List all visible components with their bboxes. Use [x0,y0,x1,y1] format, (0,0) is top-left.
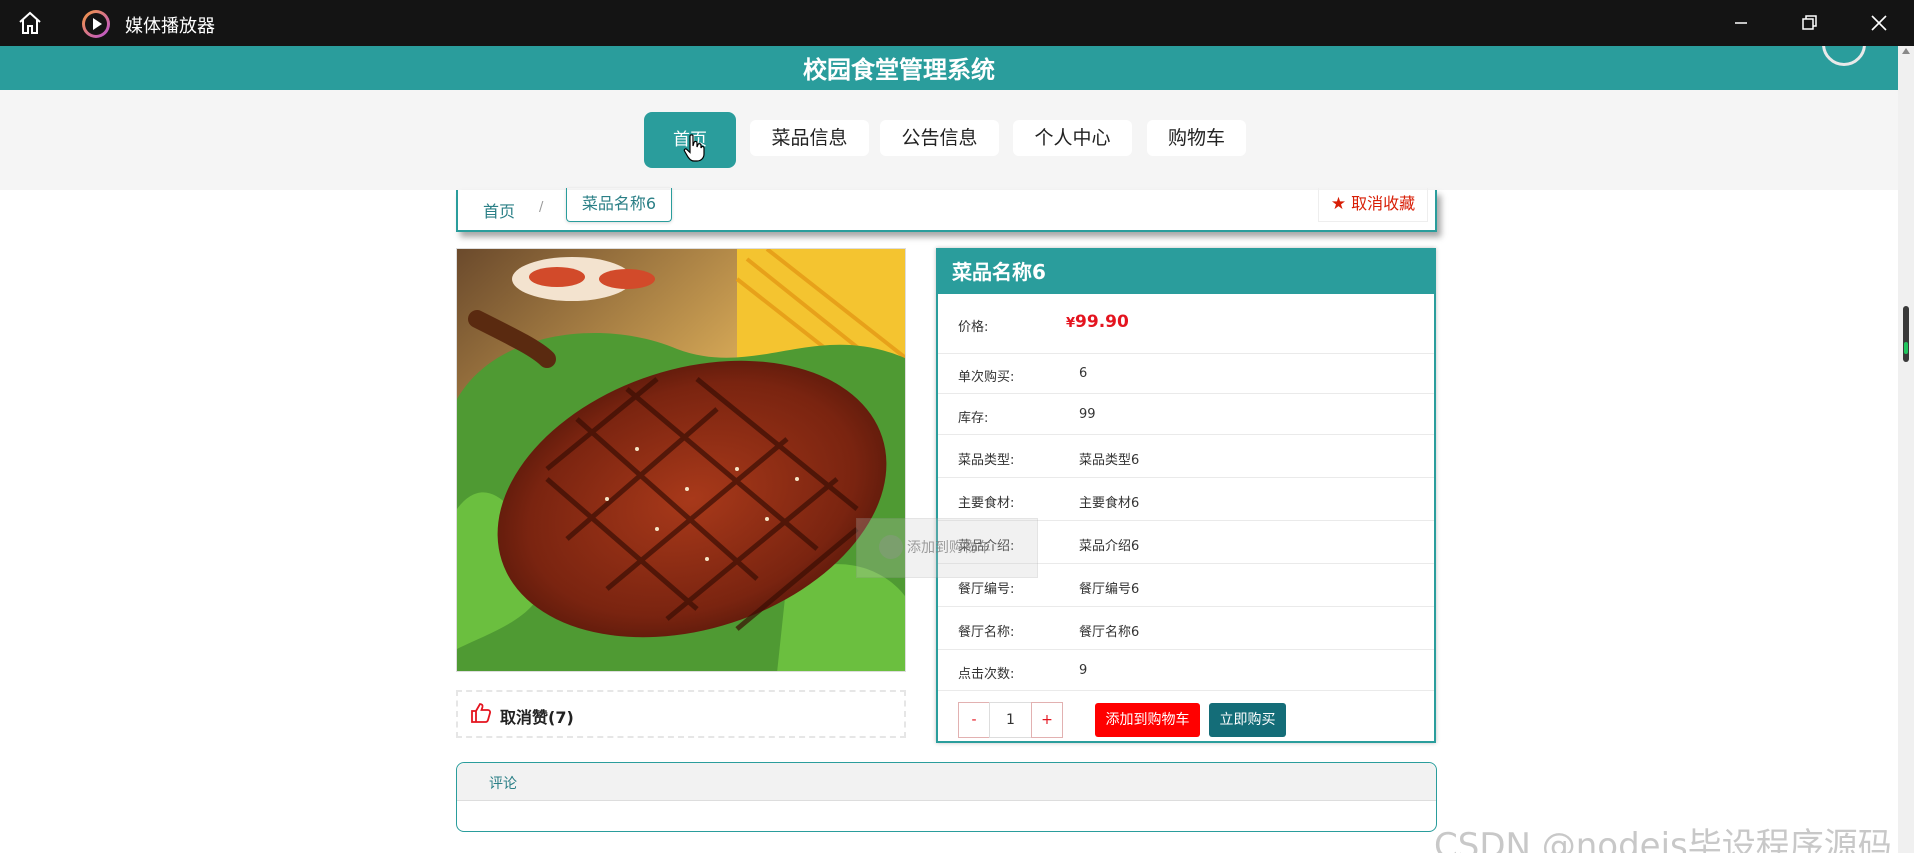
nav-item-profile[interactable]: 个人中心 [1013,120,1132,156]
info-label: 菜品类型: [958,453,1015,468]
info-row-single-purchase: 单次购买: 6 [938,354,1434,394]
nav-item-dishes[interactable]: 菜品信息 [750,120,869,156]
info-label: 点击次数: [958,667,1015,682]
info-row-stock: 库存: 99 [938,394,1434,435]
close-button[interactable] [1862,8,1896,38]
dish-info-panel: 菜品名称6 价格: ¥99.90 单次购买: 6 库存: 99 菜品类型: 菜品… [936,248,1436,743]
breadcrumb-current[interactable]: 菜品名称6 [566,188,672,222]
info-value: 99 [1079,407,1096,422]
breadcrumb-bar: 首页 / 菜品名称6 ★ 取消收藏 [456,188,1437,232]
info-row-price: 价格: ¥99.90 [938,294,1434,354]
dish-name: 菜品名称6 [938,250,1434,294]
cart-icon [879,535,903,559]
unfavorite-button[interactable]: ★ 取消收藏 [1318,188,1428,222]
nav-item-cart[interactable]: 购物车 [1147,120,1246,156]
media-player-app-icon [82,10,110,38]
info-row-dish-type: 菜品类型: 菜品类型6 [938,435,1434,478]
info-value: 6 [1079,366,1088,381]
restore-button[interactable] [1792,8,1826,38]
site-header: 校园食堂管理系统 [0,46,1898,90]
window-title: 媒体播放器 [125,16,215,37]
thumbs-up-icon [470,702,492,724]
home-icon[interactable] [16,10,44,36]
info-row-restaurant-name: 餐厅名称: 餐厅名称6 [938,607,1434,650]
quantity-decrease-button[interactable]: - [958,702,990,738]
unfavorite-label: 取消收藏 [1351,194,1416,213]
info-value: 主要食材6 [1079,496,1140,511]
info-value: 餐厅编号6 [1079,582,1140,597]
info-label: 主要食材: [958,496,1015,511]
main-nav: 首页 菜品信息 公告信息 个人中心 购物车 [0,90,1898,190]
info-value: 菜品类型6 [1079,453,1140,468]
info-label: 单次购买: [958,370,1015,385]
info-value: 菜品介绍6 [1079,539,1140,554]
drag-ghost-tooltip: 添加到购物车 [856,518,1038,578]
nav-item-notices[interactable]: 公告信息 [880,120,999,156]
scroll-up-arrow-icon[interactable] [1902,48,1910,54]
price-value: ¥99.90 [1066,312,1129,332]
page-scrollbar[interactable] [1898,46,1914,853]
title-bar: 媒体播放器 [0,0,1914,46]
media-player-window: 媒体播放器 校园食堂管理系统 首页 菜品信息 公告信息 个人中心 购物车 首页 [0,0,1914,853]
drag-ghost-label: 添加到购物车 [907,540,991,556]
comments-section: 评论 [456,762,1437,832]
like-label: 取消赞(7) [500,708,574,727]
quantity-input[interactable]: 1 [989,702,1032,738]
like-box[interactable]: 取消赞(7) [456,690,906,738]
comments-header: 评论 [457,763,1436,801]
scroll-thumb[interactable] [1903,306,1909,362]
info-row-main-ingredient: 主要食材: 主要食材6 [938,478,1434,521]
minimize-button[interactable] [1724,8,1758,38]
info-label: 库存: [958,411,989,426]
quantity-increase-button[interactable]: + [1031,702,1063,738]
star-icon: ★ [1330,194,1347,214]
dish-image [456,248,906,672]
hand-cursor-icon [683,134,705,162]
site-title: 校园食堂管理系统 [803,56,995,84]
breadcrumb-home[interactable]: 首页 [483,198,515,222]
buy-now-button[interactable]: 立即购买 [1209,703,1286,737]
info-label: 餐厅编号: [958,582,1015,597]
info-label: 价格: [958,320,989,335]
csdn-watermark: CSDN @nodejs毕设程序源码 [1434,826,1892,853]
purchase-actions: - 1 + 添加到购物车 立即购买 [958,702,1418,738]
info-value: 9 [1079,663,1088,678]
comments-tab[interactable]: 评论 [489,773,517,793]
info-row-click-count: 点击次数: 9 [938,650,1434,691]
info-label: 餐厅名称: [958,625,1015,640]
info-value: 餐厅名称6 [1079,625,1140,640]
web-page: 校园食堂管理系统 首页 菜品信息 公告信息 个人中心 购物车 首页 / 菜品名称… [0,46,1898,853]
user-avatar[interactable] [1822,46,1866,66]
add-to-cart-button[interactable]: 添加到购物车 [1095,703,1200,737]
breadcrumb-separator: / [539,200,544,215]
